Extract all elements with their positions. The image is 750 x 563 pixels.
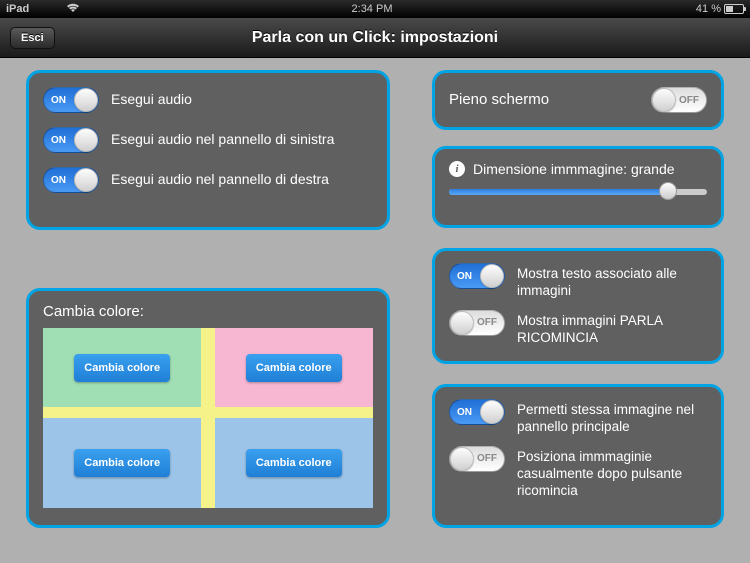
toggle-pos-0[interactable]: ON [449,399,505,425]
label-show-1: Mostra immagini PARLA RICOMINCIA [517,310,707,347]
color-button-3[interactable]: Cambia colore [74,449,170,477]
wifi-icon [66,3,80,16]
status-bar: iPad 2:34 PM 41 % [0,0,750,18]
label-pos-1: Posiziona immmaginie casualmente dopo pu… [517,446,707,500]
panel-fullscreen: Pieno schermo OFF [432,70,724,130]
toggle-audio-0[interactable]: ON [43,87,99,113]
color-grid: Cambia colore Cambia colore Cambia color… [43,328,373,508]
row-audio-1: ON Esegui audio nel pannello di sinistra [43,125,373,155]
toggle-audio-1[interactable]: ON [43,127,99,153]
color-cell-top-right: Cambia colore [215,328,373,407]
row-pos-0: ON Permetti stessa immagine nel pannello… [449,399,707,436]
color-button-4[interactable]: Cambia colore [246,449,342,477]
status-time: 2:34 PM [80,3,664,15]
label-show-0: Mostra testo associato alle immagini [517,263,707,300]
color-cell-top-left: Cambia colore [43,328,201,407]
row-audio-0: ON Esegui audio [43,85,373,115]
slider-image-size[interactable] [449,187,707,195]
color-divider-h2 [215,407,373,418]
panel-image-size: i Dimensione immmagine: grande [432,146,724,228]
color-button-2[interactable]: Cambia colore [246,354,342,382]
row-show-0: ON Mostra testo associato alle immagini [449,263,707,300]
color-cell-bottom: Cambia colore Cambia colore [43,418,373,508]
toggle-show-1[interactable]: OFF [449,310,505,336]
label-pos-0: Permetti stessa immagine nel pannello pr… [517,399,707,436]
panel-show: ON Mostra testo associato alle immagini … [432,248,724,364]
battery-icon [724,4,744,14]
battery-pct: 41 % [696,3,721,15]
label-image-size: Dimensione immmagine: grande [473,161,675,177]
exit-button[interactable]: Esci [10,27,55,49]
panel-position: ON Permetti stessa immagine nel pannello… [432,384,724,528]
label-audio-2: Esegui audio nel pannello di destra [111,171,373,189]
device-label: iPad [6,3,66,15]
row-audio-2: ON Esegui audio nel pannello di destra [43,165,373,195]
info-icon[interactable]: i [449,161,465,177]
toggle-audio-2[interactable]: ON [43,167,99,193]
content: ON Esegui audio ON Esegui audio nel pann… [0,58,750,563]
page-title: Parla con un Click: impostazioni [0,29,750,47]
color-divider-h1 [43,407,201,418]
color-divider-v [201,328,214,407]
label-fullscreen: Pieno schermo [449,91,639,110]
slider-thumb[interactable] [659,182,677,200]
status-right: 41 % [664,3,744,15]
panel-audio: ON Esegui audio ON Esegui audio nel pann… [26,70,390,230]
label-audio-1: Esegui audio nel pannello di sinistra [111,131,373,149]
row-show-1: OFF Mostra immagini PARLA RICOMINCIA [449,310,707,347]
toggle-pos-1[interactable]: OFF [449,446,505,472]
toggle-fullscreen[interactable]: OFF [651,87,707,113]
toggle-show-0[interactable]: ON [449,263,505,289]
label-audio-0: Esegui audio [111,91,373,109]
nav-bar: Esci Parla con un Click: impostazioni [0,18,750,58]
panel-color: Cambia colore: Cambia colore Cambia colo… [26,288,390,528]
color-divider-c [201,407,214,418]
color-title: Cambia colore: [43,303,373,320]
color-button-1[interactable]: Cambia colore [74,354,170,382]
row-pos-1: OFF Posiziona immmaginie casualmente dop… [449,446,707,500]
